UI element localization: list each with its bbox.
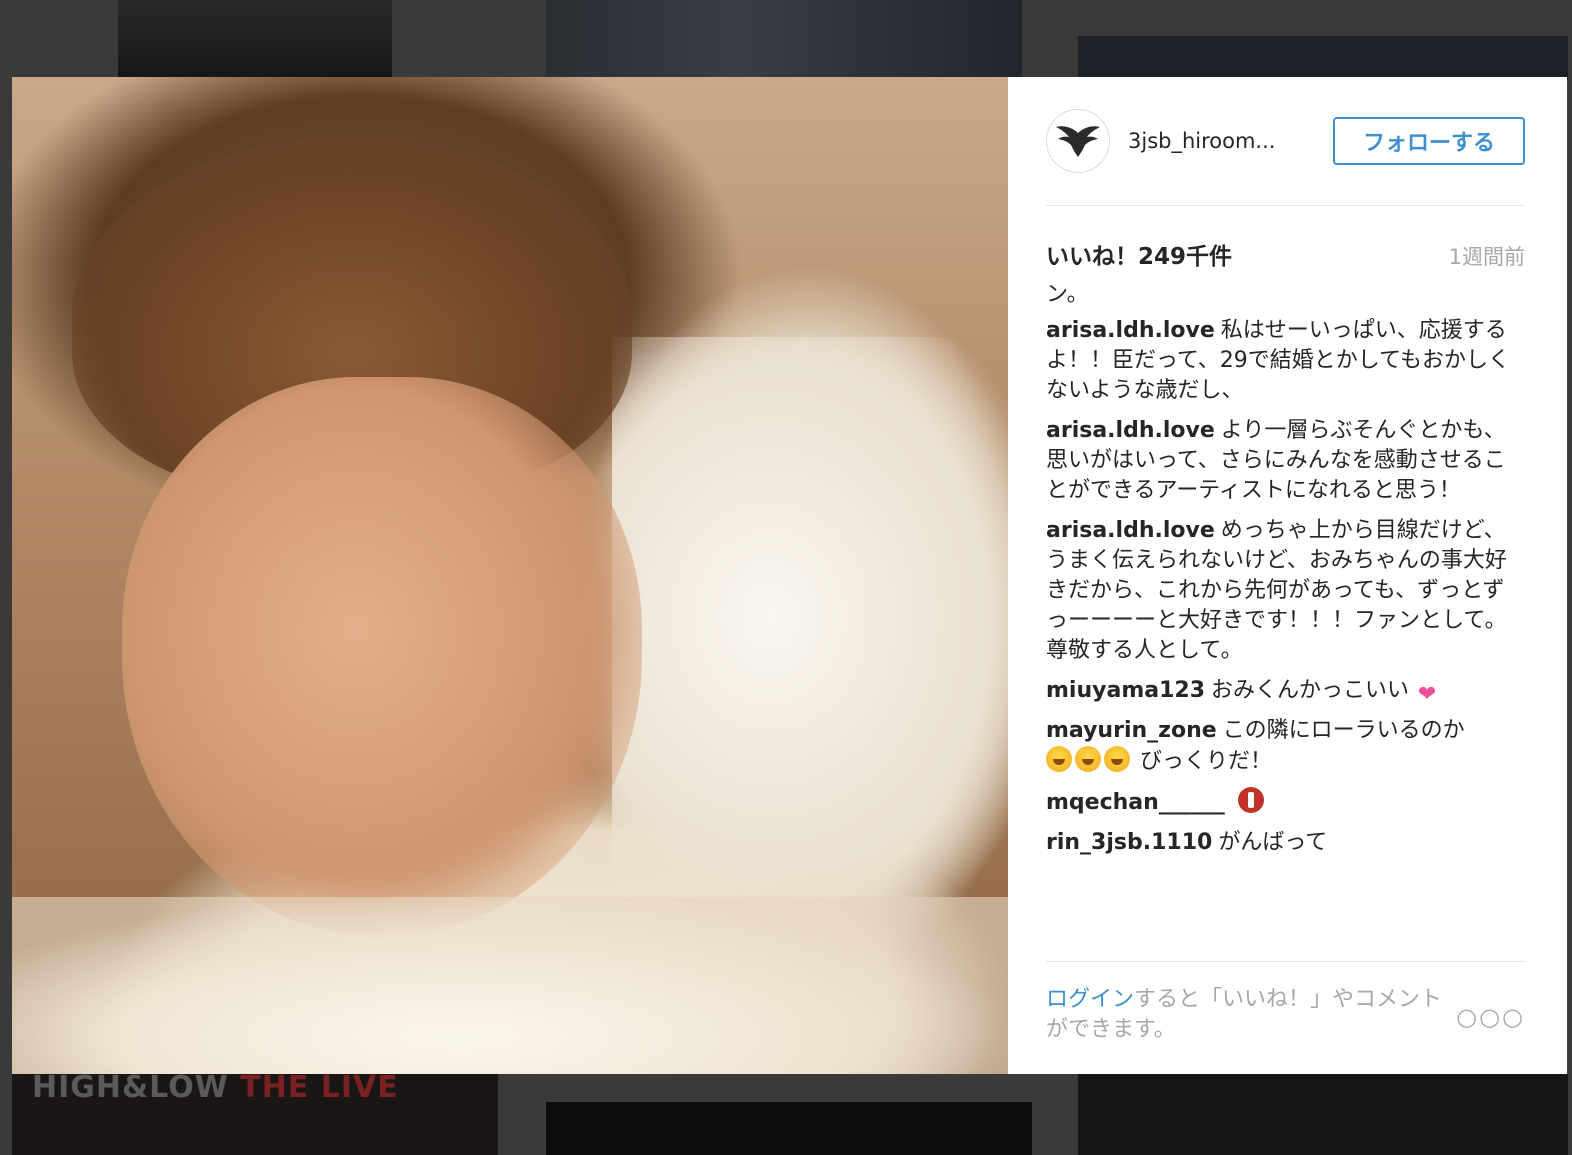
post-modal: 3jsb_hiroom... フォローする いいね！249千件 1週間前 ン。 …: [12, 77, 1567, 1074]
follow-button[interactable]: フォローする: [1333, 117, 1525, 165]
background-thumbnail[interactable]: [1078, 1074, 1568, 1155]
crying-face-icon: [1075, 746, 1101, 772]
login-prompt: ログインすると「いいね！」やコメントができます。: [1046, 985, 1456, 1045]
comment-username[interactable]: mqechan______: [1046, 790, 1225, 815]
comment-text: おみくんかっこいい: [1211, 678, 1410, 703]
background-thumbnail-text: HIGH&LOW THE LIVE: [32, 1074, 399, 1098]
header-divider: [1046, 205, 1525, 206]
comment-username[interactable]: miuyama123: [1046, 678, 1205, 703]
post-sidebar: 3jsb_hiroom... フォローする いいね！249千件 1週間前 ン。 …: [1008, 77, 1567, 1074]
comment-item: arisa.ldh.love めっちゃ上から目線だけど、うまく伝えられないけど、お…: [1046, 516, 1525, 666]
username-link[interactable]: 3jsb_hiroom...: [1128, 129, 1333, 153]
comment-item: mqechan______: [1046, 787, 1525, 818]
comment-item: arisa.ldh.love より一層らぶそんぐとかも、思いがはいって、さらにみん…: [1046, 416, 1525, 506]
comment-item: mayurin_zone この隣にローラいるのか びっくりだ！: [1046, 716, 1525, 777]
background-thumbnail[interactable]: [118, 0, 392, 80]
likes-count[interactable]: いいね！249千件: [1046, 237, 1232, 271]
background-thumbnail[interactable]: HIGH&LOW THE LIVE: [12, 1074, 498, 1155]
comment-username[interactable]: arisa.ldh.love: [1046, 418, 1215, 443]
post-header: 3jsb_hiroom... フォローする: [1046, 107, 1525, 175]
post-meta: いいね！249千件 1週間前: [1046, 237, 1525, 271]
crying-face-icon: [1104, 746, 1130, 772]
photo-region-towel: [12, 897, 1008, 1074]
sparkling-heart-icon: ❤: [1417, 682, 1437, 707]
no-entry-icon: [1237, 787, 1264, 813]
caption-fragment: ン。: [1046, 284, 1089, 306]
login-link[interactable]: ログイン: [1046, 987, 1134, 1012]
post-timestamp[interactable]: 1週間前: [1449, 241, 1525, 271]
comment-text: この隣にローラいるのか: [1222, 718, 1465, 743]
comment-username[interactable]: rin_3jsb.1110: [1046, 830, 1212, 855]
comment-username[interactable]: mayurin_zone: [1046, 718, 1217, 743]
crying-face-icon: [1046, 746, 1072, 772]
comment-text: びっくりだ！: [1140, 749, 1273, 774]
comment-item: miuyama123 おみくんかっこいい ❤: [1046, 676, 1525, 706]
post-footer: ログインすると「いいね！」やコメントができます。 ○○○: [1046, 985, 1525, 1045]
eagle-logo-icon: [1056, 126, 1100, 157]
comment-username[interactable]: arisa.ldh.love: [1046, 318, 1215, 343]
photo-region-face: [122, 377, 642, 937]
more-options-button[interactable]: ○○○: [1456, 1003, 1525, 1031]
comments-list[interactable]: ン。 arisa.ldh.love 私はせーいっぱい、応援するよ！！臣だって、29…: [1046, 284, 1525, 944]
avatar[interactable]: [1046, 109, 1110, 173]
background-thumbnail[interactable]: [1078, 36, 1568, 80]
photo-region-pillow: [612, 337, 1008, 897]
comment-item: rin_3jsb.1110 がんばって: [1046, 828, 1525, 858]
post-photo[interactable]: [12, 77, 1008, 1074]
comment-item: arisa.ldh.love 私はせーいっぱい、応援するよ！！臣だって、29で結婚…: [1046, 316, 1525, 406]
footer-divider: [1046, 961, 1525, 962]
background-thumbnail[interactable]: [546, 0, 1022, 80]
comment-username[interactable]: arisa.ldh.love: [1046, 518, 1215, 543]
comment-text: がんばって: [1218, 830, 1328, 855]
background-thumbnail[interactable]: [546, 1102, 1032, 1155]
